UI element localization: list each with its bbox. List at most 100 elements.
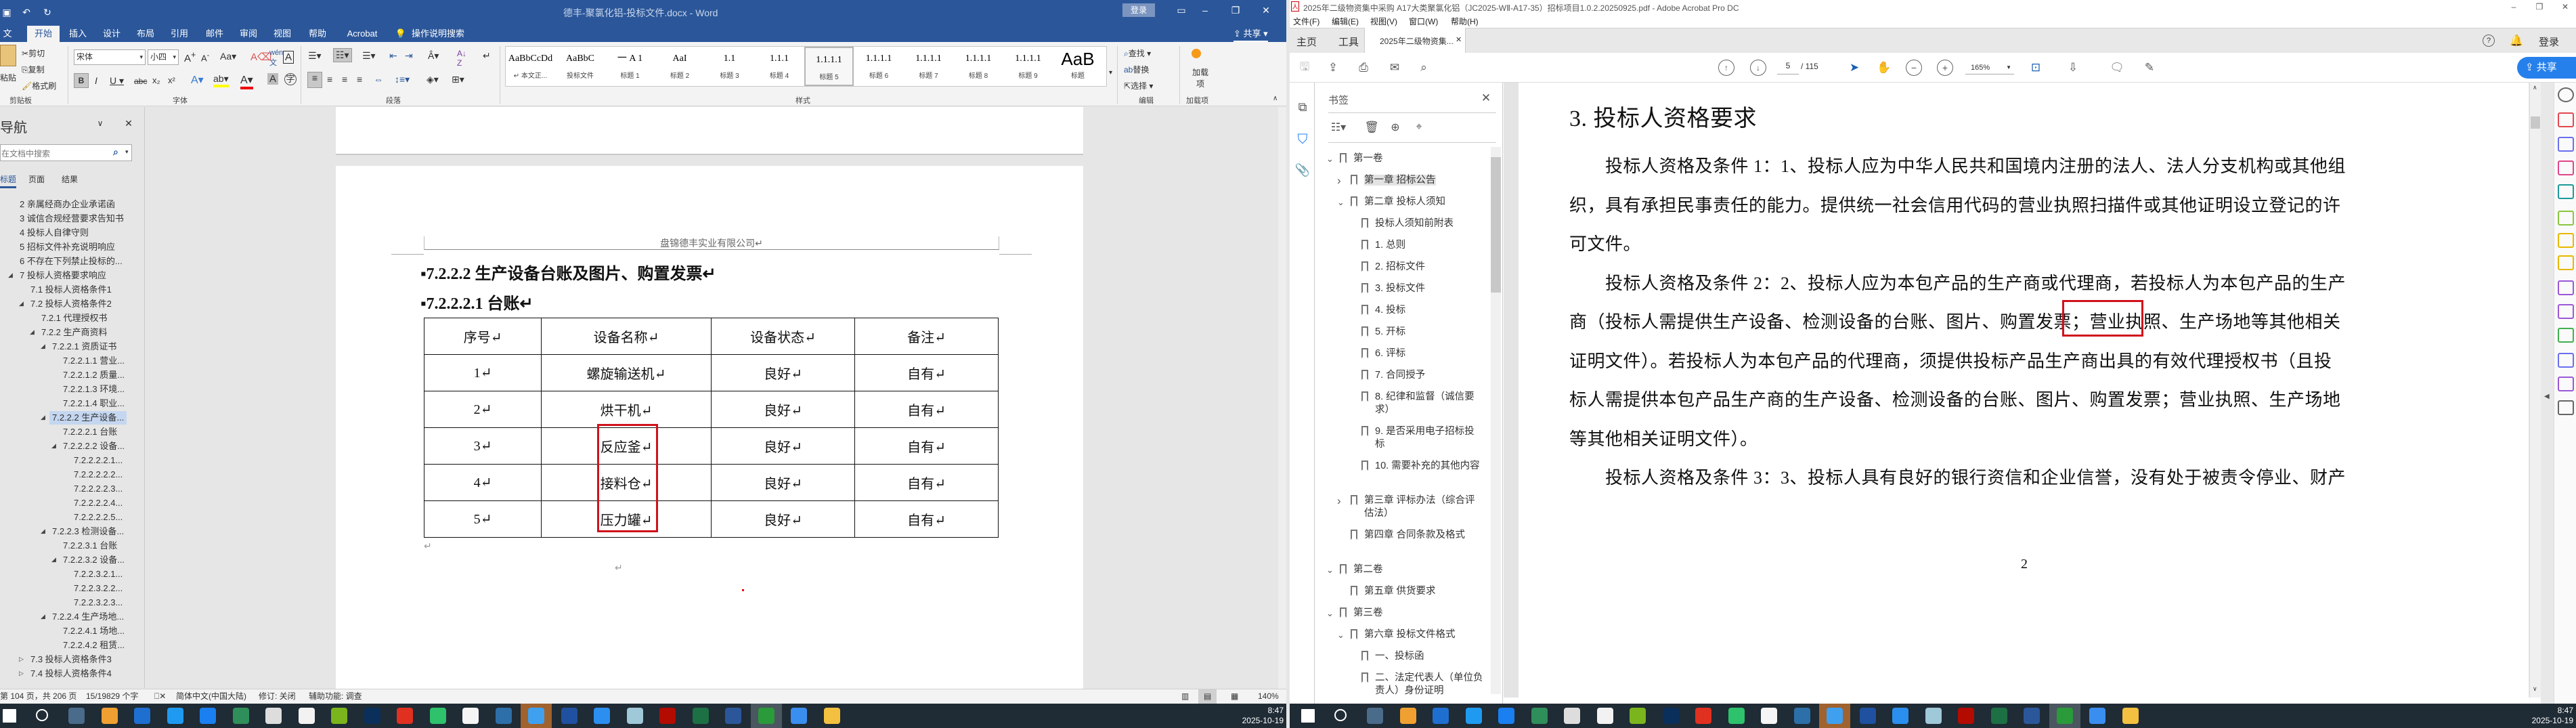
search-icon[interactable]: ⌕ [113,146,118,158]
zoom-level[interactable]: 140% [1258,689,1279,704]
comment-icon[interactable] [2558,255,2574,270]
tab-acrobat[interactable]: Acrobat [342,26,383,42]
tab-mailings[interactable]: 邮件 [204,26,225,42]
menu-item[interactable]: 文件(F) [1293,16,1319,27]
tab-view[interactable]: 视图 [272,26,292,42]
bookmark-item[interactable]: 5. 开标 [1361,326,1484,339]
style-item[interactable]: 1.1.1.1 标题 9 [1003,47,1053,86]
dots-app-icon[interactable] [1433,708,1449,724]
bookmark-item[interactable]: 4. 投标 [1361,304,1484,317]
wechat-icon[interactable] [429,708,446,724]
tab-file[interactable]: 文件 [0,26,15,55]
circle-app-icon[interactable] [1498,708,1514,724]
collapse-triangle-icon[interactable]: ◢ [30,328,35,336]
restore-icon[interactable]: ❐ [1229,4,1242,16]
expand-triangle-icon[interactable]: ▷ [19,670,24,677]
bold-button[interactable]: B [74,73,89,88]
close-tab-icon[interactable]: ✕ [1456,35,1462,44]
dots-app-icon[interactable] [134,708,150,724]
bookmark-item[interactable]: 2. 招标文件 [1361,261,1484,274]
nav-heading-item[interactable]: 7.2.2.3.2.3... [71,596,125,609]
bookmark-item[interactable]: 投标人须知前附表 [1361,217,1484,230]
chevron-right-icon[interactable]: › [1337,494,1341,507]
create-pdf-icon[interactable] [2558,112,2574,127]
justify-button[interactable]: ≡ [357,74,362,85]
circle-app-icon[interactable] [200,708,216,724]
strikethrough-button[interactable]: abc [134,77,147,86]
bookmark-item[interactable]: › 第一章 招标公告 [1337,174,1484,187]
comment-icon[interactable]: 🗨 [2109,60,2125,76]
save-icon[interactable]: ▣ [1,7,12,18]
camera-app-icon[interactable] [101,708,118,724]
page-thumbnails-icon[interactable]: ⧉ [1295,100,1310,114]
nav-heading-item[interactable]: 7.2.2.1.1 营业... [60,354,127,368]
zoom-out-icon[interactable]: − [1906,60,1922,76]
menu-item[interactable]: 视图(V) [1370,16,1397,27]
collapse-triangle-icon[interactable]: ◢ [41,343,45,350]
share-button[interactable]: ⇪ 共享 [2517,57,2576,79]
collapse-triangle-icon[interactable]: ◢ [19,300,24,307]
scrollbar-thumb[interactable] [2531,116,2540,129]
read-mode-icon[interactable]: ▥ [1181,689,1189,704]
zoom-in-icon[interactable]: + [1937,60,1953,76]
style-item[interactable]: AaBbCcDd ↵ 本文正... [506,47,555,86]
excel-icon[interactable] [1990,708,2007,724]
search-icon[interactable]: ⌕ [1416,60,1432,76]
cut-button[interactable]: ✂剪切 [22,47,45,59]
chevron-down-icon[interactable]: ⌄ [1337,628,1345,641]
bookmark-item[interactable]: 6. 评标 [1361,347,1484,360]
nav-heading-item[interactable]: 7.2.2.3 检测设备... [49,525,127,538]
tab-review[interactable]: 审阅 [238,26,259,42]
nav-heading-item[interactable]: 7.2.2.2.2.2... [71,468,125,481]
multilevel-list-icon[interactable]: ☰▾ [362,50,376,62]
chevron-down-icon[interactable]: ⌄ [1326,152,1334,165]
export-pdf-icon[interactable] [2558,184,2574,199]
style-item[interactable]: AaI 标题 2 [655,47,705,86]
text-direction-icon[interactable]: Â▾ [428,50,439,62]
font-name-select[interactable]: 宋体 ▾ [74,49,146,65]
scan-icon[interactable] [2558,328,2574,343]
character-shading-icon[interactable]: A [267,73,279,85]
tell-me-search[interactable]: 操作说明搜索 [408,26,468,42]
restore-icon[interactable]: ❐ [2534,1,2545,12]
paste-icon[interactable] [0,45,16,66]
tab-insert[interactable]: 插入 [68,26,88,42]
bookmarks-scrollbar[interactable] [1491,147,1501,694]
nav-heading-item[interactable]: 7.2.2.2.2 设备... [60,440,127,453]
coreldraw-icon[interactable] [1630,708,1646,724]
bookmark-item[interactable]: ⌄ 第一卷 [1326,152,1484,165]
collapse-triangle-icon[interactable]: ◢ [41,613,45,620]
style-item[interactable]: 1.1.1.1 标题 8 [954,47,1003,86]
nav-heading-item[interactable]: 7.2.2.1 资质证书 [49,340,119,354]
minimize-icon[interactable]: – [1198,4,1212,16]
network-app-icon[interactable] [1859,708,1876,724]
pdf-vertical-scrollbar[interactable]: ∧ ∨ [2529,83,2541,698]
calculator-icon[interactable] [1367,708,1383,724]
word-icon[interactable] [725,708,741,724]
nav-heading-item[interactable]: 5 招标文件补充说明响应 [17,240,118,254]
collapse-triangle-icon[interactable]: ◢ [41,414,45,421]
styles-more-icon[interactable]: ▾ [1109,69,1112,77]
upload-icon[interactable]: ⇪ [1325,60,1341,76]
numbering-icon[interactable]: ☷▾ [333,48,352,62]
nav-heading-item[interactable]: 7.2.2.3.2.2... [71,582,125,595]
blue-t-app-icon[interactable] [167,708,183,724]
stamp-icon[interactable] [2558,377,2574,391]
menu-item[interactable]: 窗口(W) [1409,16,1438,27]
menu-item[interactable]: 帮助(H) [1451,16,1479,27]
nav-heading-item[interactable]: 7.4 投标人资格条件4 [28,667,114,681]
bookmark-item[interactable]: ⌄ 第六章 投标文件格式 [1337,628,1484,641]
undo-icon[interactable]: ↶ [20,7,32,18]
bookmark-item[interactable]: ⌄ 第二卷 [1326,563,1484,576]
collapse-triangle-icon[interactable]: ◢ [51,442,56,450]
bookmark-item[interactable]: ⌄ 第二章 投标人须知 [1337,196,1484,209]
style-item[interactable]: 1.1 标题 3 [705,47,754,86]
start-icon[interactable] [1301,709,1315,723]
organize-pages-icon[interactable] [2558,160,2574,175]
text-effects-icon[interactable]: A▾ [191,73,204,87]
printer-app-icon[interactable] [265,708,282,724]
bookmark-item[interactable]: 二、法定代表人（单位负责人）身份证明 [1361,672,1484,698]
wechat-icon[interactable] [1728,708,1745,724]
xin-app-icon[interactable] [495,708,512,724]
web-layout-icon[interactable]: ▦ [1231,689,1238,704]
